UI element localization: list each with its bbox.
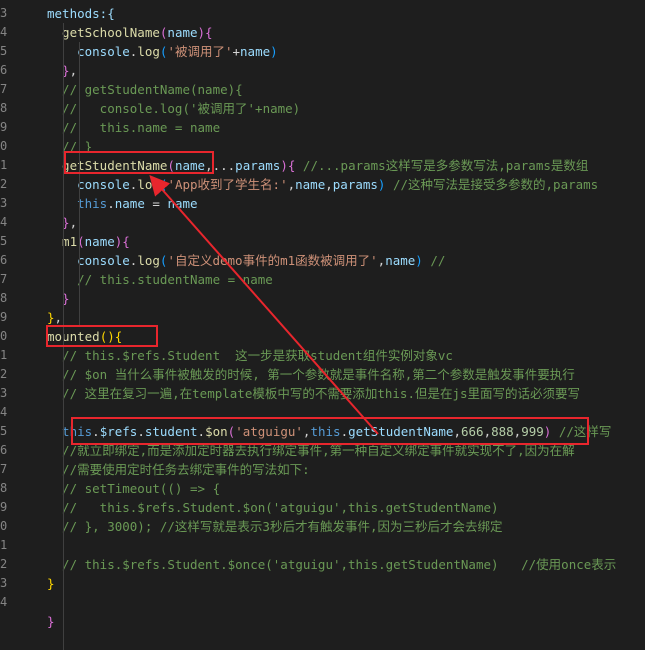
highlight-mounted xyxy=(46,325,158,347)
highlight-on-call xyxy=(71,417,589,445)
highlight-get-student-name xyxy=(64,151,214,174)
annotation-arrow xyxy=(149,175,379,435)
